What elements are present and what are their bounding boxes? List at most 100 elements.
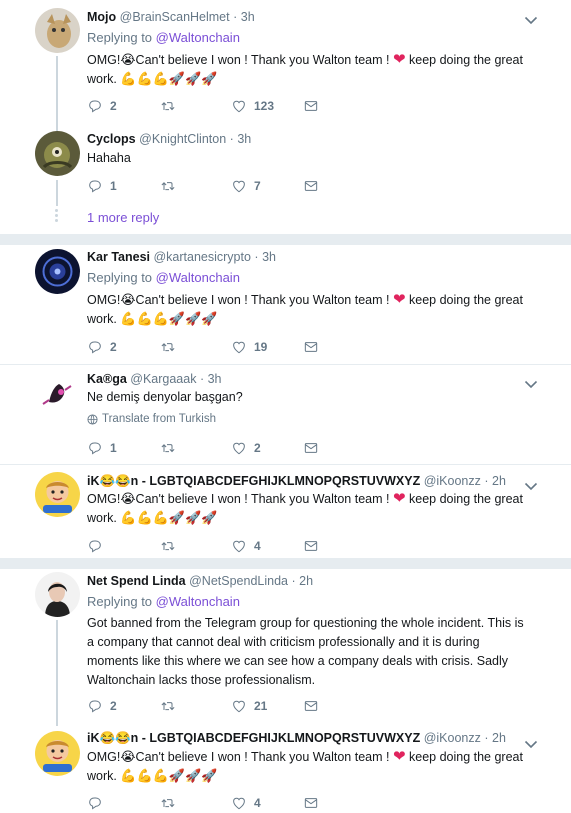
tweet-actions: 4 bbox=[87, 536, 347, 556]
direct-message-button[interactable] bbox=[303, 793, 319, 813]
display-name[interactable]: iK😂😂n - LGBTQIABCDEFGHIJKLMNOPQRSTUVWXYZ bbox=[87, 731, 420, 745]
user-handle[interactable]: @iKoonzz bbox=[424, 474, 481, 488]
timestamp[interactable]: 2h bbox=[492, 731, 506, 745]
avatar[interactable] bbox=[35, 249, 80, 294]
retweet-button[interactable] bbox=[160, 176, 176, 196]
avatar[interactable] bbox=[35, 572, 80, 617]
tweet-text: OMG!😭Can't believe I won ! Thank you Wal… bbox=[87, 290, 542, 329]
separator-dot: · bbox=[291, 574, 296, 588]
mail-icon bbox=[303, 339, 319, 355]
avatar[interactable] bbox=[35, 472, 80, 517]
reply-button[interactable]: 2 bbox=[87, 96, 117, 116]
reply-button[interactable]: 1 bbox=[87, 176, 117, 196]
mail-icon bbox=[303, 178, 319, 194]
display-name[interactable]: iK😂😂n - LGBTQIABCDEFGHIJKLMNOPQRSTUVWXYZ bbox=[87, 474, 420, 488]
like-button[interactable]: 21 bbox=[231, 696, 267, 716]
retweet-icon bbox=[160, 698, 176, 714]
direct-message-button[interactable] bbox=[303, 696, 319, 716]
avatar[interactable] bbox=[35, 731, 80, 776]
user-handle[interactable]: @Kargaaak bbox=[130, 372, 196, 386]
reply-button[interactable]: 1 bbox=[87, 438, 117, 458]
timestamp[interactable]: 3h bbox=[262, 250, 276, 264]
reply-button[interactable] bbox=[87, 536, 110, 556]
reply-button[interactable]: 2 bbox=[87, 337, 117, 357]
reply-icon bbox=[87, 698, 103, 714]
replying-to-link[interactable]: @Waltonchain bbox=[156, 30, 240, 45]
reply-icon bbox=[87, 178, 103, 194]
reply-button[interactable] bbox=[87, 793, 110, 813]
replying-to-link[interactable]: @Waltonchain bbox=[156, 594, 240, 609]
avatar[interactable] bbox=[35, 8, 80, 53]
retweet-button[interactable] bbox=[160, 793, 176, 813]
heart-icon bbox=[231, 178, 247, 194]
timestamp[interactable]: 2h bbox=[492, 474, 506, 488]
direct-message-button[interactable] bbox=[303, 96, 319, 116]
display-name[interactable]: Mojo bbox=[87, 10, 116, 24]
like-button[interactable]: 19 bbox=[231, 337, 267, 357]
tweet-actions: 2 19 bbox=[87, 337, 347, 357]
replying-to-label: Replying to bbox=[87, 594, 153, 609]
timestamp[interactable]: 3h bbox=[237, 132, 251, 146]
chevron-down-icon[interactable] bbox=[524, 736, 538, 746]
like-count: 19 bbox=[254, 340, 268, 354]
like-count: 4 bbox=[254, 539, 261, 553]
display-name[interactable]: Ka®ga bbox=[87, 372, 127, 386]
like-count: 4 bbox=[254, 796, 261, 810]
tweet-line: Got banned from the Telegram group for q… bbox=[87, 616, 524, 630]
translate-link[interactable]: Translate from Turkish bbox=[87, 413, 216, 425]
retweet-button[interactable] bbox=[160, 438, 176, 458]
tweet-text-c: keep doing the great bbox=[405, 293, 523, 307]
conversation-separator bbox=[0, 558, 571, 569]
like-button[interactable]: 4 bbox=[231, 536, 261, 556]
direct-message-button[interactable] bbox=[303, 536, 319, 556]
like-count: 2 bbox=[254, 441, 261, 455]
reply-button[interactable]: 2 bbox=[87, 696, 117, 716]
like-button[interactable]: 4 bbox=[231, 793, 261, 813]
tweet-text: Hahaha bbox=[87, 151, 131, 165]
tweet-line: Waltonchain lacks those professionalism. bbox=[87, 673, 316, 687]
direct-message-button[interactable] bbox=[303, 176, 319, 196]
direct-message-button[interactable] bbox=[303, 337, 319, 357]
like-button[interactable]: 123 bbox=[231, 96, 274, 116]
retweet-button[interactable] bbox=[160, 536, 176, 556]
direct-message-button[interactable] bbox=[303, 438, 319, 458]
timestamp[interactable]: 2h bbox=[299, 574, 313, 588]
tweet-text-a: OMG! bbox=[87, 492, 121, 506]
timestamp[interactable]: 3h bbox=[208, 372, 222, 386]
reply-count: 2 bbox=[110, 99, 117, 113]
display-name[interactable]: Kar Tanesi bbox=[87, 250, 150, 264]
tweet-text-b: Can't believe I won ! Thank you Walton t… bbox=[135, 293, 393, 307]
avatar[interactable] bbox=[35, 372, 80, 417]
display-name[interactable]: Cyclops bbox=[87, 132, 136, 146]
user-handle[interactable]: @NetSpendLinda bbox=[189, 574, 288, 588]
retweet-icon bbox=[160, 178, 176, 194]
retweet-button[interactable] bbox=[160, 337, 176, 357]
retweet-button[interactable] bbox=[160, 96, 176, 116]
mail-icon bbox=[303, 698, 319, 714]
like-button[interactable]: 7 bbox=[231, 176, 261, 196]
crying-emoji: 😭 bbox=[120, 750, 136, 765]
avatar[interactable] bbox=[35, 131, 80, 176]
heart-icon bbox=[231, 339, 247, 355]
tweet-actions: 2 123 bbox=[87, 96, 347, 116]
timestamp[interactable]: 3h bbox=[241, 10, 255, 24]
more-replies-link[interactable]: 1 more reply bbox=[87, 210, 159, 225]
mail-icon bbox=[303, 538, 319, 554]
retweet-icon bbox=[160, 538, 176, 554]
tweet-text-b: Can't believe I won ! Thank you Walton t… bbox=[135, 750, 393, 764]
retweet-button[interactable] bbox=[160, 696, 176, 716]
reply-count: 2 bbox=[110, 340, 117, 354]
user-handle[interactable]: @KnightClinton bbox=[139, 132, 226, 146]
user-handle[interactable]: @kartanesicrypto bbox=[153, 250, 250, 264]
tweet-actions: 1 7 bbox=[87, 176, 347, 196]
tweet-line: a company that cannot deal with criticis… bbox=[87, 635, 480, 649]
separator-dot: · bbox=[199, 372, 205, 386]
replying-to-link[interactable]: @Waltonchain bbox=[156, 270, 240, 285]
user-handle[interactable]: @BrainScanHelmet bbox=[120, 10, 230, 24]
chevron-down-icon[interactable] bbox=[524, 478, 538, 488]
chevron-down-icon[interactable] bbox=[524, 12, 538, 22]
user-handle[interactable]: @iKoonzz bbox=[424, 731, 481, 745]
like-button[interactable]: 2 bbox=[231, 438, 261, 458]
chevron-down-icon[interactable] bbox=[524, 376, 538, 386]
display-name[interactable]: Net Spend Linda bbox=[87, 574, 186, 588]
